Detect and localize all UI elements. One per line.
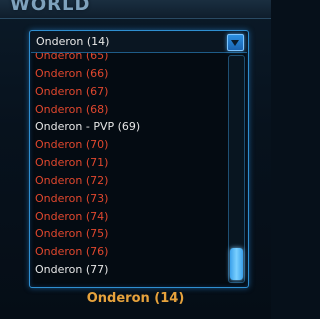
- world-dropdown[interactable]: Onderon (14) Onderon (65) Onderon (66) Ond…: [29, 30, 249, 288]
- world-list-item[interactable]: Onderon (70): [31, 136, 227, 154]
- world-panel: WORLD Onderon (14) Onderon (65) Onderon (…: [0, 0, 271, 319]
- current-world-label: Onderon (14): [86, 291, 185, 306]
- world-list-item[interactable]: Onderon (68): [31, 101, 227, 119]
- world-list-item[interactable]: Onderon (74): [31, 208, 227, 226]
- scrollbar[interactable]: [228, 55, 245, 283]
- dropdown-selected-row[interactable]: Onderon (14): [31, 32, 247, 53]
- world-list-item[interactable]: Onderon (67): [31, 83, 227, 101]
- world-list-item[interactable]: Onderon - PVP (69): [31, 118, 227, 136]
- panel-header: WORLD: [0, 0, 271, 19]
- world-list-item[interactable]: Onderon (73): [31, 190, 227, 208]
- world-list-item[interactable]: Onderon (65): [31, 53, 227, 65]
- world-list: Onderon (65) Onderon (66) Onderon (67) Onde…: [31, 53, 227, 283]
- world-list-item[interactable]: Onderon (76): [31, 243, 227, 261]
- world-list-item[interactable]: Onderon (71): [31, 154, 227, 172]
- chevron-down-icon[interactable]: [227, 34, 244, 51]
- scrollbar-thumb[interactable]: [230, 248, 243, 280]
- dropdown-selected-label: Onderon (14): [36, 35, 110, 48]
- world-list-item[interactable]: Onderon (77): [31, 261, 227, 279]
- world-list-item[interactable]: Onderon (75): [31, 225, 227, 243]
- panel-title: WORLD: [10, 0, 91, 15]
- world-list-item[interactable]: Onderon (66): [31, 65, 227, 83]
- world-list-item[interactable]: Onderon (72): [31, 172, 227, 190]
